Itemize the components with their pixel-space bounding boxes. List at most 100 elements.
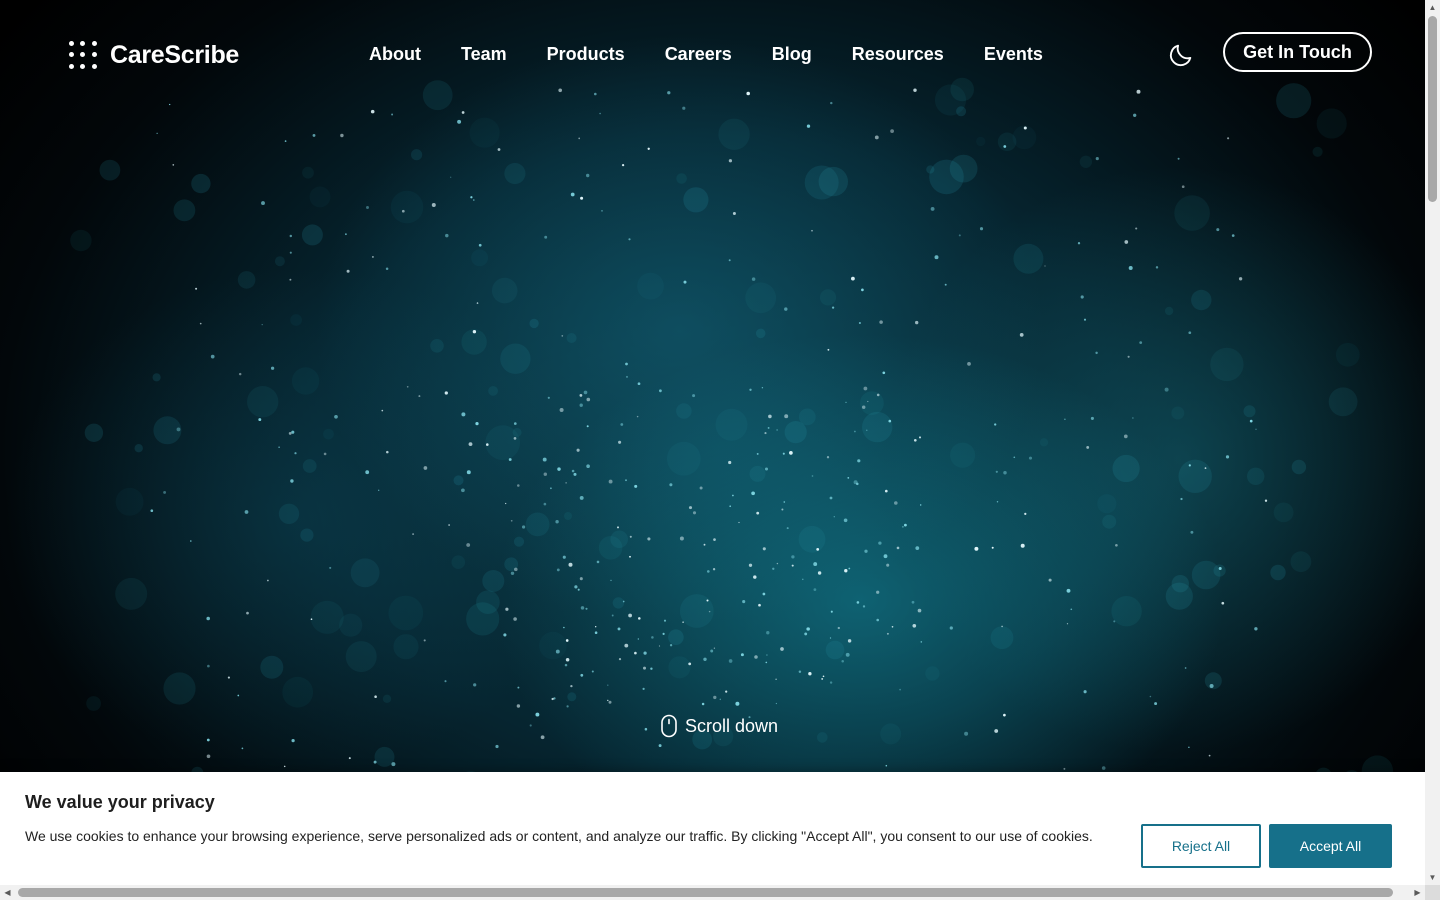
scroll-down-arrow-icon[interactable]: ▼ <box>1425 870 1440 885</box>
bokeh-particle <box>291 367 320 395</box>
nav-item-events[interactable]: Events <box>984 42 1043 66</box>
star-particle <box>565 482 567 484</box>
scroll-left-arrow-icon[interactable]: ◀ <box>0 885 15 900</box>
reject-all-button[interactable]: Reject All <box>1141 824 1261 868</box>
star-particle <box>505 502 507 505</box>
star-particle <box>466 543 471 547</box>
brand-logo[interactable]: CareScribe <box>66 38 239 72</box>
star-particle <box>867 400 869 403</box>
star-particle <box>1188 746 1190 749</box>
star-particle <box>713 695 717 700</box>
scroll-up-arrow-icon[interactable]: ▲ <box>1425 0 1440 15</box>
star-particle <box>579 495 584 500</box>
bokeh-particle <box>476 590 500 614</box>
star-particle <box>663 619 667 622</box>
bokeh-particle <box>1243 405 1256 418</box>
bokeh-particle <box>715 408 748 441</box>
bokeh-particle <box>1165 582 1193 610</box>
bokeh-particle <box>422 80 453 111</box>
star-particle <box>599 112 601 115</box>
star-particle <box>1249 419 1253 423</box>
bokeh-particle <box>860 391 884 415</box>
star-particle <box>749 388 752 391</box>
star-particle <box>334 414 338 419</box>
nav-item-careers[interactable]: Careers <box>665 42 732 66</box>
bokeh-particle <box>1210 347 1244 382</box>
nav-item-about[interactable]: About <box>369 42 421 66</box>
star-particle <box>329 566 332 569</box>
star-particle <box>1020 543 1025 548</box>
nav-item-team[interactable]: Team <box>461 42 507 66</box>
star-particle <box>1077 242 1081 245</box>
bokeh-particle <box>247 386 279 418</box>
bokeh-particle <box>950 442 976 468</box>
star-particle <box>617 627 621 631</box>
star-particle <box>391 113 394 116</box>
star-particle <box>1003 470 1007 475</box>
star-particle <box>991 546 994 549</box>
star-particle <box>544 235 548 239</box>
scroll-right-arrow-icon[interactable]: ▶ <box>1410 885 1425 900</box>
star-particle <box>475 421 479 426</box>
bokeh-particle <box>1164 306 1174 316</box>
star-particle <box>244 510 249 514</box>
star-particle <box>163 490 167 494</box>
star-particle <box>706 599 709 602</box>
moon-icon[interactable] <box>1167 41 1195 69</box>
bokeh-particle <box>260 655 284 679</box>
star-particle <box>616 526 620 529</box>
nav-item-blog[interactable]: Blog <box>772 42 812 66</box>
star-particle <box>764 432 767 435</box>
horizontal-scroll-thumb[interactable] <box>18 888 1393 897</box>
vertical-scroll-thumb[interactable] <box>1428 16 1437 202</box>
nav-item-resources[interactable]: Resources <box>852 42 944 66</box>
star-particle <box>261 323 263 326</box>
star-particle <box>822 675 825 678</box>
star-particle <box>813 588 817 591</box>
bokeh-particle <box>976 136 986 147</box>
star-particle <box>473 683 477 687</box>
star-particle <box>610 579 612 582</box>
star-particle <box>710 649 714 653</box>
bokeh-particle <box>310 600 344 634</box>
get-in-touch-button[interactable]: Get In Touch <box>1223 32 1372 72</box>
star-particle <box>486 443 489 446</box>
star-particle <box>431 203 436 207</box>
bokeh-particle <box>411 149 423 161</box>
star-particle <box>884 489 888 493</box>
bokeh-particle <box>339 613 363 637</box>
star-particle <box>1181 185 1185 189</box>
star-particle <box>1218 567 1222 570</box>
star-particle <box>1135 227 1138 230</box>
bokeh-particle <box>70 229 92 252</box>
star-particle <box>742 600 746 604</box>
scroll-down-label: Scroll down <box>685 715 779 736</box>
star-particle <box>669 483 673 487</box>
nav-item-products[interactable]: Products <box>547 42 625 66</box>
star-particle <box>746 91 750 96</box>
star-particle <box>682 621 684 623</box>
star-particle <box>775 702 778 705</box>
vertical-scrollbar[interactable]: ▲ ▼ <box>1425 0 1440 885</box>
star-particle <box>813 562 818 567</box>
star-particle <box>543 472 548 476</box>
horizontal-scrollbar[interactable]: ◀ ▶ <box>0 885 1425 900</box>
star-particle <box>765 661 768 664</box>
bokeh-particle <box>525 512 550 537</box>
bokeh-particle <box>1291 459 1307 475</box>
accept-all-button[interactable]: Accept All <box>1269 824 1392 868</box>
star-particle <box>958 234 961 237</box>
bokeh-particle <box>134 444 143 453</box>
hero-section: CareScribe About Team Products Careers B… <box>0 0 1425 885</box>
bokeh-particle <box>819 289 837 306</box>
star-particle <box>1124 240 1129 244</box>
star-particle <box>1133 113 1137 117</box>
star-particle <box>706 570 710 573</box>
star-particle <box>766 631 770 635</box>
scroll-down-hint[interactable]: Scroll down <box>660 714 778 738</box>
star-particle <box>593 92 597 96</box>
bokeh-particle <box>388 595 424 631</box>
star-particle <box>565 658 570 662</box>
star-particle <box>844 569 848 573</box>
star-particle <box>365 470 370 475</box>
